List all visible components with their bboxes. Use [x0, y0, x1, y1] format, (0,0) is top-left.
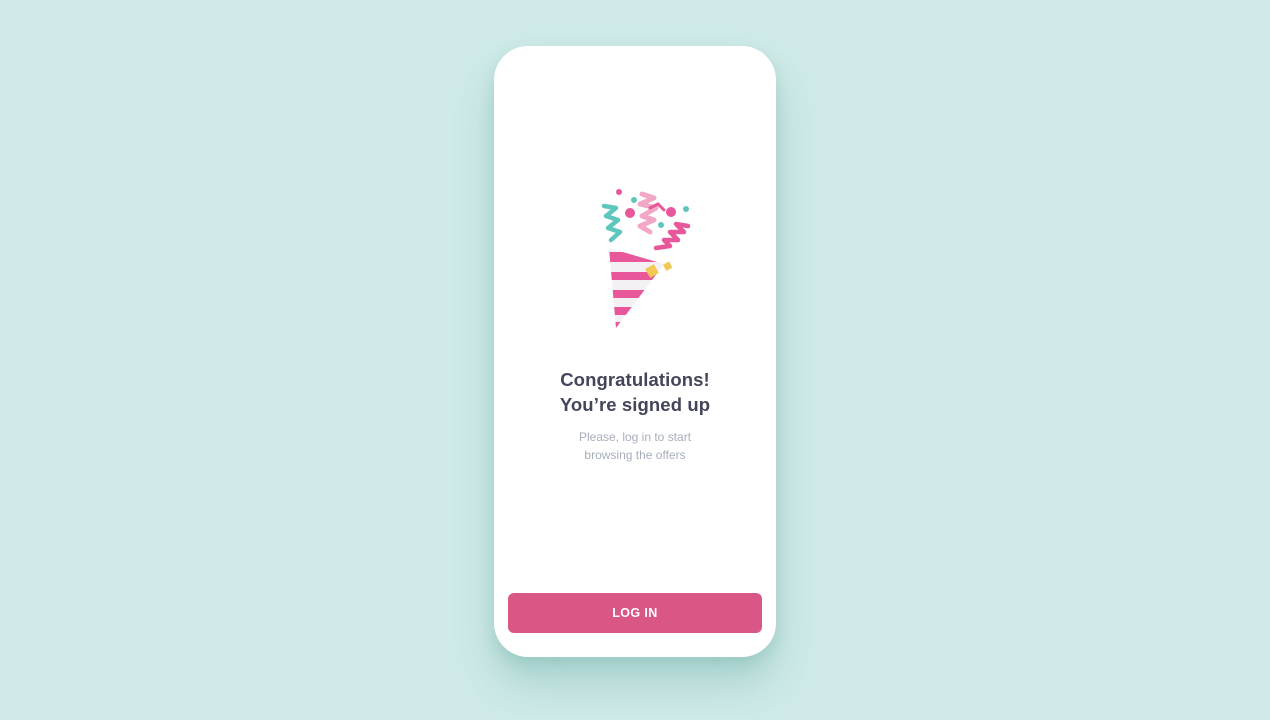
party-popper-icon — [601, 189, 691, 328]
app-background: Congratulations! You’re signed up Please… — [0, 0, 1270, 720]
instruction-text: Please, log in to start browsing the off… — [494, 428, 776, 464]
instruction-line-2: browsing the offers — [584, 448, 686, 462]
title-line-1: Congratulations! — [560, 369, 710, 390]
title-line-2: You’re signed up — [559, 394, 711, 415]
instruction-line-1: Please, log in to start — [578, 430, 692, 444]
login-button[interactable]: LOG IN — [508, 593, 762, 633]
signup-success-card: Congratulations! You’re signed up Please… — [494, 46, 776, 657]
page-title: Congratulations! You’re signed up — [494, 367, 776, 417]
